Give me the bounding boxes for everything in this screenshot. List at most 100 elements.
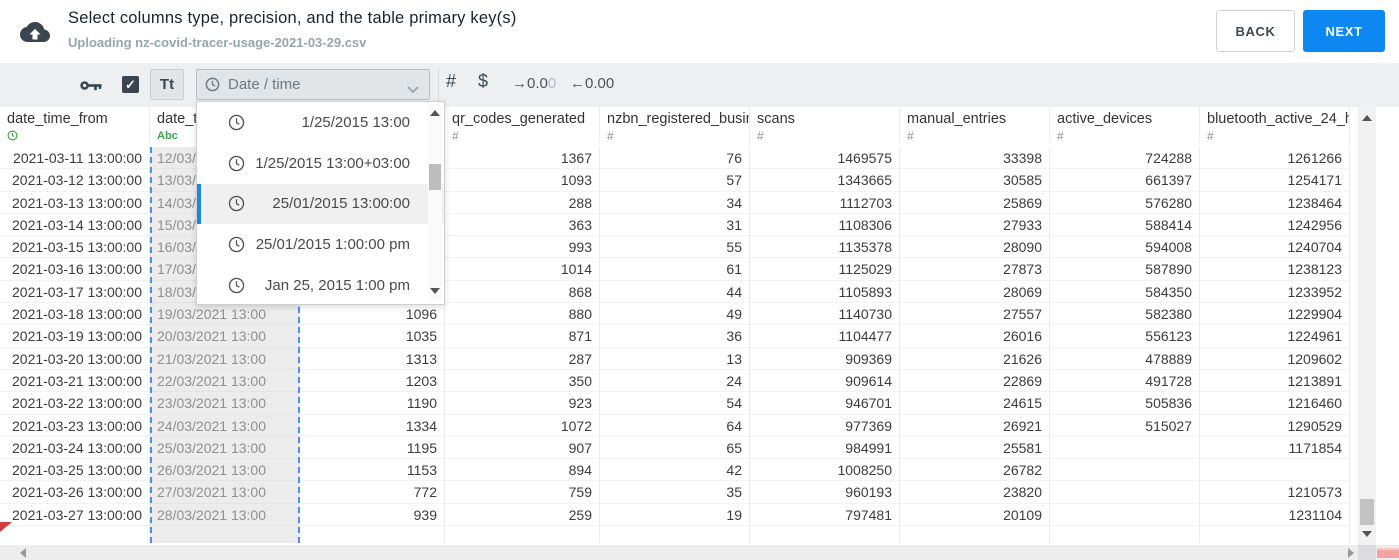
table-cell[interactable]: 1210573 — [1200, 481, 1349, 504]
table-cell[interactable]: 1190 — [300, 392, 444, 415]
table-cell[interactable]: 27557 — [900, 303, 1049, 326]
horizontal-scrollbar-thumb[interactable] — [1377, 548, 1399, 558]
table-cell[interactable]: 724288 — [1050, 147, 1199, 170]
table-cell[interactable]: 2021-03-15 13:00:00 — [0, 236, 149, 259]
column-manual_entries[interactable]: 33398 30585 25869 27933 28090 27873 28069 27557… — [900, 147, 1050, 543]
table-cell[interactable]: 1093 — [445, 169, 599, 192]
table-cell[interactable]: 54 — [600, 392, 749, 415]
column-type-dropdown[interactable]: Date / time — [196, 69, 430, 100]
table-cell[interactable]: 1104477 — [750, 325, 899, 348]
table-cell[interactable]: 1035 — [300, 325, 444, 348]
table-cell[interactable]: 772 — [300, 481, 444, 504]
table-cell[interactable]: 993 — [445, 236, 599, 259]
horizontal-scrollbar[interactable] — [0, 545, 1399, 560]
scroll-right-arrow-icon[interactable] — [1348, 548, 1354, 558]
table-cell[interactable]: 19/03/2021 13:00 — [152, 303, 298, 326]
table-cell[interactable]: 1108306 — [750, 214, 899, 237]
table-cell[interactable]: 984991 — [750, 437, 899, 460]
table-cell[interactable]: 350 — [445, 370, 599, 393]
table-cell[interactable]: 1343665 — [750, 169, 899, 192]
table-cell[interactable]: 1242956 — [1200, 214, 1349, 237]
table-cell[interactable]: 36 — [600, 325, 749, 348]
table-cell[interactable]: 28069 — [900, 281, 1049, 304]
table-cell[interactable]: 20109 — [900, 504, 1049, 527]
table-cell[interactable]: 65 — [600, 437, 749, 460]
table-cell[interactable]: 1213891 — [1200, 370, 1349, 393]
column-nzbn_registered_busine[interactable]: 76 57 34 31 55 61 44 49 36 13 24 54 64 65 42 35 19 — [600, 147, 750, 543]
number-type-button[interactable]: # — [446, 71, 456, 92]
table-cell[interactable]: 2021-03-14 13:00:00 — [0, 214, 149, 237]
table-cell[interactable]: 24 — [600, 370, 749, 393]
table-cell[interactable]: 2021-03-12 13:00:00 — [0, 169, 149, 192]
table-cell[interactable]: 2021-03-20 13:00:00 — [0, 348, 149, 370]
column-header-active_devices[interactable]: active_devices # — [1050, 107, 1200, 143]
table-cell[interactable]: 76 — [600, 147, 749, 170]
currency-type-button[interactable]: $ — [478, 71, 488, 92]
table-cell[interactable]: 1367 — [445, 147, 599, 170]
table-cell[interactable]: 909614 — [750, 370, 899, 393]
table-cell[interactable] — [1050, 437, 1199, 460]
column-date_time_from[interactable]: 2021-03-11 13:00:00 2021-03-12 13:00:00 20… — [0, 147, 150, 543]
table-cell[interactable]: 1224961 — [1200, 325, 1349, 348]
table-cell[interactable]: 960193 — [750, 481, 899, 504]
table-cell[interactable]: 2021-03-16 13:00:00 — [0, 258, 149, 281]
scroll-left-arrow-icon[interactable] — [20, 548, 26, 558]
table-cell[interactable]: 2021-03-18 13:00:00 — [0, 303, 149, 326]
table-cell[interactable]: 57 — [600, 169, 749, 192]
table-cell[interactable]: 21/03/2021 13:00 — [152, 348, 298, 370]
table-cell[interactable]: 594008 — [1050, 236, 1199, 259]
table-cell[interactable]: 24/03/2021 13:00 — [152, 415, 298, 437]
table-cell[interactable]: 909369 — [750, 348, 899, 370]
table-cell[interactable]: 64 — [600, 415, 749, 437]
table-cell[interactable]: 2021-03-27 13:00:00 — [0, 504, 149, 527]
column-header-qr_codes_generated[interactable]: qr_codes_generated # — [445, 107, 600, 143]
table-cell[interactable]: 1153 — [300, 459, 444, 482]
table-cell[interactable]: 505836 — [1050, 392, 1199, 415]
column-qr_codes_generated[interactable]: 1367 1093 288 363 993 1014 868 880 871 287 350 923 1… — [445, 147, 600, 543]
scroll-up-arrow-icon[interactable] — [430, 110, 440, 116]
table-cell[interactable]: 478889 — [1050, 348, 1199, 370]
table-cell[interactable]: 55 — [600, 236, 749, 259]
table-cell[interactable]: 26/03/2021 13:00 — [152, 459, 298, 482]
table-cell[interactable]: 2021-03-19 13:00:00 — [0, 325, 149, 348]
table-cell[interactable]: 26782 — [900, 459, 1049, 482]
table-cell[interactable]: 576280 — [1050, 192, 1199, 214]
table-cell[interactable]: 588414 — [1050, 214, 1199, 237]
table-cell[interactable]: 661397 — [1050, 169, 1199, 192]
date-format-option[interactable]: 1/25/2015 13:00 — [197, 102, 444, 143]
scroll-down-arrow-icon[interactable] — [430, 288, 440, 294]
table-cell[interactable]: 1313 — [300, 348, 444, 370]
table-cell[interactable]: 288 — [445, 192, 599, 214]
scroll-down-arrow-icon[interactable] — [1362, 531, 1372, 537]
table-cell[interactable]: 1209602 — [1200, 348, 1349, 370]
vertical-scrollbar[interactable] — [1358, 107, 1376, 545]
table-cell[interactable]: 2021-03-26 13:00:00 — [0, 481, 149, 504]
column-checked-checkbox[interactable]: ✓ — [122, 76, 139, 93]
table-cell[interactable]: 2021-03-23 13:00:00 — [0, 415, 149, 437]
table-cell[interactable] — [1050, 504, 1199, 527]
table-cell[interactable]: 1334 — [300, 415, 444, 437]
column-header-scans[interactable]: scans # — [750, 107, 900, 143]
table-cell[interactable]: 24615 — [900, 392, 1049, 415]
table-cell[interactable]: 868 — [445, 281, 599, 304]
table-cell[interactable]: 31 — [600, 214, 749, 237]
column-active_devices[interactable]: 724288 661397 576280 588414 594008 587890 5843… — [1050, 147, 1200, 543]
date-format-option[interactable]: 25/01/2015 13:00:00 — [197, 183, 444, 225]
table-cell[interactable]: 2021-03-21 13:00:00 — [0, 370, 149, 393]
column-bluetooth_active_24_hr_[interactable]: 1261266 1254171 1238464 1242956 1240704 12381… — [1200, 147, 1350, 543]
table-cell[interactable]: 923 — [445, 392, 599, 415]
table-cell[interactable]: 363 — [445, 214, 599, 237]
table-cell[interactable]: 21626 — [900, 348, 1049, 370]
table-cell[interactable]: 49 — [600, 303, 749, 326]
table-cell[interactable]: 2021-03-24 13:00:00 — [0, 437, 149, 460]
table-cell[interactable]: 1203 — [300, 370, 444, 393]
table-cell[interactable]: 1290529 — [1200, 415, 1349, 437]
table-cell[interactable]: 1238123 — [1200, 258, 1349, 281]
table-cell[interactable]: 26016 — [900, 325, 1049, 348]
table-cell[interactable]: 25/03/2021 13:00 — [152, 437, 298, 460]
table-cell[interactable]: 1254171 — [1200, 169, 1349, 192]
table-cell[interactable]: 1238464 — [1200, 192, 1349, 214]
date-format-option[interactable]: Jan 25, 2015 1:00 pm — [197, 265, 444, 306]
table-cell[interactable]: 30585 — [900, 169, 1049, 192]
table-cell[interactable]: 584350 — [1050, 281, 1199, 304]
